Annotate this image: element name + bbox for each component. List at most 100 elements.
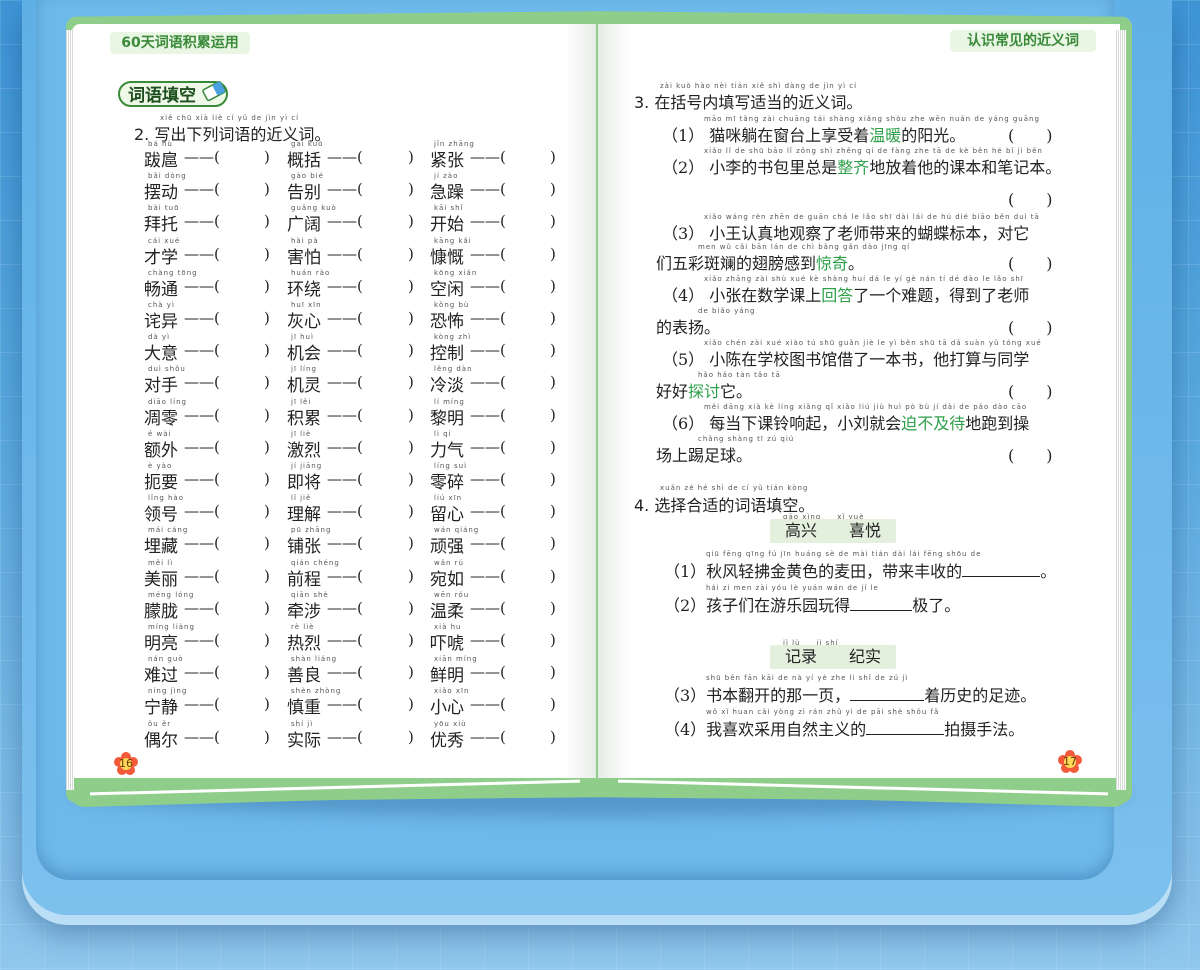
synonym-answer-open[interactable]: ——( bbox=[184, 148, 220, 166]
synonym-answer-open[interactable]: ——( bbox=[184, 695, 220, 713]
synonym-answer-open[interactable]: ——( bbox=[184, 534, 220, 552]
synonym-word: 积累 bbox=[287, 408, 321, 429]
synonym-answer-open[interactable]: ——( bbox=[327, 631, 363, 649]
synonym-answer-open[interactable]: ——( bbox=[184, 599, 220, 617]
synonym-answer-open[interactable]: ——( bbox=[470, 502, 506, 520]
synonym-answer-open[interactable]: ——( bbox=[470, 599, 506, 617]
synonym-answer-open[interactable]: ——( bbox=[327, 599, 363, 617]
synonym-word: 摆动 bbox=[144, 183, 178, 204]
q3-answer-paren[interactable]: ( ) bbox=[1008, 186, 1053, 210]
synonym-answer-open[interactable]: ——( bbox=[470, 245, 506, 263]
synonym-answer-open[interactable]: ——( bbox=[184, 728, 220, 746]
synonym-word: 激烈 bbox=[287, 440, 321, 461]
q3-answer-paren[interactable]: ( ) bbox=[1008, 378, 1053, 402]
synonym-answer-close: ) bbox=[408, 148, 414, 166]
synonym-answer-close: ) bbox=[550, 180, 556, 199]
synonym-word: 扼要 bbox=[144, 473, 178, 493]
synonym-answer-close: ) bbox=[550, 244, 556, 263]
q4-answer-blank[interactable] bbox=[850, 686, 925, 701]
synonym-answer-open[interactable]: ——( bbox=[184, 502, 220, 520]
synonym-answer-open[interactable]: ——( bbox=[327, 277, 363, 295]
synonym-answer-open[interactable]: ——( bbox=[470, 406, 506, 424]
synonym-word: 铺张 bbox=[287, 537, 321, 558]
synonym-answer-open[interactable]: ——( bbox=[327, 502, 363, 520]
q4-answer-blank[interactable] bbox=[850, 596, 913, 611]
synonym-answer-close: ) bbox=[408, 534, 414, 553]
synonym-answer-close: ) bbox=[264, 405, 270, 424]
q3-answer-paren[interactable]: ( ) bbox=[1008, 122, 1053, 146]
synonym-answer-open[interactable]: ——( bbox=[327, 663, 363, 681]
synonym-answer-open[interactable]: ——( bbox=[327, 567, 363, 585]
synonym-word: 恐怖 bbox=[430, 312, 464, 332]
q4-answer-blank[interactable] bbox=[962, 562, 1041, 577]
synonym-answer-open[interactable]: ——( bbox=[184, 663, 220, 681]
synonym-answer-open[interactable]: ——( bbox=[470, 567, 506, 585]
synonym-answer-open[interactable]: ——( bbox=[470, 212, 506, 230]
synonym-answer-open[interactable]: ——( bbox=[184, 341, 220, 359]
synonym-answer-open[interactable]: ——( bbox=[327, 180, 363, 198]
synonym-answer-open[interactable]: ——( bbox=[327, 406, 363, 424]
q4-answer-blank[interactable] bbox=[866, 720, 945, 735]
q3-answer-paren[interactable]: ( ) bbox=[1008, 442, 1053, 466]
synonym-answer-open[interactable]: ——( bbox=[327, 438, 363, 456]
q3-answer-paren[interactable]: ( ) bbox=[1008, 314, 1053, 338]
synonym-answer-open[interactable]: ——( bbox=[184, 406, 220, 424]
synonym-answer-close: ) bbox=[408, 437, 414, 456]
synonym-answer-open[interactable]: ——( bbox=[470, 534, 506, 552]
synonym-answer-open[interactable]: ——( bbox=[470, 438, 506, 456]
synonym-answer-open[interactable]: ——( bbox=[470, 470, 506, 488]
word-box-2: 记录 纪实 bbox=[770, 645, 896, 669]
synonym-answer-open[interactable]: ——( bbox=[327, 341, 363, 359]
synonym-answer-open[interactable]: ——( bbox=[184, 309, 220, 327]
synonym-answer-close: ) bbox=[408, 212, 414, 231]
q3-text: 。 bbox=[848, 254, 865, 273]
synonym-word: 宛如 bbox=[430, 569, 464, 590]
synonym-word: 广阔 bbox=[287, 215, 321, 236]
synonym-answer-open[interactable]: ——( bbox=[184, 567, 220, 585]
synonym-answer-open[interactable]: ——( bbox=[470, 148, 506, 166]
synonym-answer-open[interactable]: ——( bbox=[184, 470, 220, 488]
synonym-answer-open[interactable]: ——( bbox=[327, 470, 363, 488]
synonym-answer-open[interactable]: ——( bbox=[327, 695, 363, 713]
synonym-answer-close: ) bbox=[408, 180, 414, 199]
synonym-answer-open[interactable]: ——( bbox=[470, 631, 506, 649]
synonym-word: 紧张 bbox=[430, 151, 464, 171]
synonym-answer-open[interactable]: ——( bbox=[470, 309, 506, 327]
synonym-answer-open[interactable]: ——( bbox=[184, 438, 220, 456]
q3-line: （5） 小陈在学校图书馆借了一本书，他打算与同学 bbox=[662, 346, 1029, 370]
synonym-word: 理解 bbox=[287, 505, 321, 526]
synonym-answer-open[interactable]: ——( bbox=[184, 631, 220, 649]
synonym-answer-close: ) bbox=[408, 341, 414, 360]
synonym-answer-open[interactable]: ——( bbox=[470, 341, 506, 359]
synonym-answer-open[interactable]: ——( bbox=[470, 180, 506, 198]
synonym-answer-open[interactable]: ——( bbox=[327, 212, 363, 230]
q3-text: （3） 小王认真地观察了老师带来的蝴蝶标本，对它 bbox=[662, 224, 1030, 243]
synonym-word: 明亮 bbox=[144, 634, 178, 654]
synonym-answer-open[interactable]: ——( bbox=[184, 180, 220, 198]
q3-answer-paren[interactable]: ( ) bbox=[1008, 250, 1053, 274]
synonym-answer-open[interactable]: ——( bbox=[184, 212, 220, 230]
synonym-word: 善良 bbox=[287, 666, 321, 687]
synonym-answer-open[interactable]: ——( bbox=[327, 245, 363, 263]
synonym-answer-close: ) bbox=[550, 437, 556, 456]
synonym-answer-open[interactable]: ——( bbox=[327, 373, 363, 391]
synonym-answer-open[interactable]: ——( bbox=[470, 663, 506, 681]
synonym-answer-open[interactable]: ——( bbox=[184, 277, 220, 295]
synonym-word: 前程 bbox=[287, 569, 321, 590]
synonym-word: 机会 bbox=[287, 344, 321, 365]
synonym-answer-open[interactable]: ——( bbox=[327, 728, 363, 746]
synonym-answer-open[interactable]: ——( bbox=[470, 277, 506, 295]
synonym-word: 朦胧 bbox=[144, 601, 178, 622]
synonym-answer-open[interactable]: ——( bbox=[184, 373, 220, 391]
synonym-answer-close: ) bbox=[408, 373, 414, 392]
word-box-1: 高兴 喜悦 bbox=[770, 519, 896, 543]
synonym-answer-open[interactable]: ——( bbox=[327, 534, 363, 552]
left-page-edge bbox=[66, 30, 74, 790]
synonym-answer-open[interactable]: ——( bbox=[327, 309, 363, 327]
synonym-answer-open[interactable]: ——( bbox=[470, 373, 506, 391]
synonym-answer-open[interactable]: ——( bbox=[327, 148, 363, 166]
synonym-answer-open[interactable]: ——( bbox=[470, 728, 506, 746]
synonym-answer-open[interactable]: ——( bbox=[184, 245, 220, 263]
synonym-answer-open[interactable]: ——( bbox=[470, 695, 506, 713]
synonym-answer-close: ) bbox=[264, 502, 270, 521]
